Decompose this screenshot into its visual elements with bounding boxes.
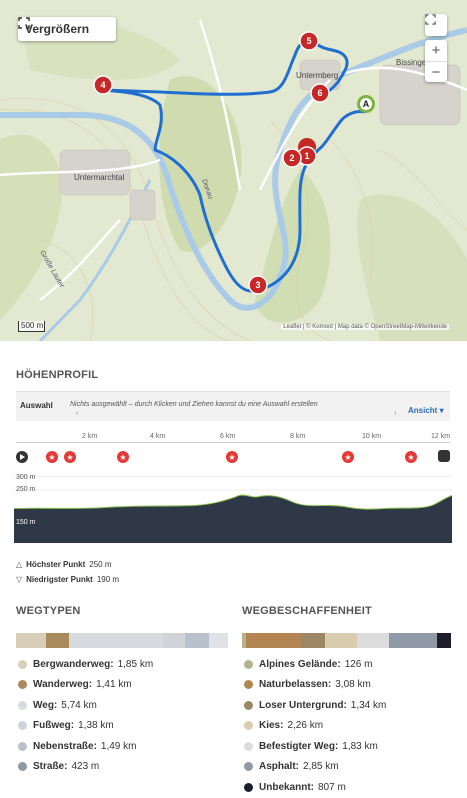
bar-segment (163, 633, 185, 648)
bar-segment (301, 633, 325, 648)
expand-icon (18, 17, 30, 29)
surfaces-bar (242, 633, 451, 648)
profile-bg-mask (14, 476, 452, 509)
fullscreen-button[interactable] (425, 14, 447, 36)
svg-text:2: 2 (289, 153, 294, 163)
distance-axis (16, 442, 450, 443)
legend-item: Bergwanderweg: 1,85 km (18, 654, 153, 675)
way-types-legend: Bergwanderweg: 1,85 km Wanderweg: 1,41 km … (18, 654, 153, 777)
bar-segment (16, 633, 46, 648)
bar-segment (209, 633, 228, 648)
zoom-control: + − (425, 40, 447, 82)
waypoint-2[interactable]: 2 (282, 148, 302, 168)
legend-item: Alpines Gelände: 126 m (244, 654, 386, 675)
map-canvas[interactable]: Untermarchtal Bissingen Untermberg Donau… (0, 0, 467, 341)
legend-item: Befestigter Weg: 1,83 km (244, 736, 386, 757)
legend-item: Weg: 5,74 km (18, 695, 153, 716)
km-tick: 4 km (150, 433, 166, 440)
lowest-point: ▽ Niedrigster Punkt 190 m (16, 575, 120, 584)
waypoint-5[interactable]: 5 (299, 31, 319, 51)
triangle-up-icon: △ (16, 560, 23, 569)
svg-text:Untermberg: Untermberg (296, 71, 338, 80)
profile-title: HÖHENPROFIL (16, 369, 99, 381)
km-tick: 6 km (220, 433, 236, 440)
start-marker[interactable]: A (357, 95, 375, 113)
way-types-title: WEGTYPEN (16, 605, 81, 617)
selection-label: Auswahl (20, 401, 53, 410)
map-scale: 500 m (18, 321, 45, 332)
highest-point: △ Höchster Punkt 250 m (16, 560, 112, 569)
km-tick: 10 km (362, 433, 382, 440)
selection-hint: Nichts ausgewählt – durch Klicken und Zi… (70, 401, 318, 408)
bar-segment (389, 633, 437, 648)
legend-item: Asphalt: 2,85 km (244, 757, 386, 778)
legend-item: Straße: 423 m (18, 757, 153, 778)
waypoint-3[interactable]: 3 (248, 275, 268, 295)
chevron-left-icon[interactable]: ‹ (76, 410, 78, 417)
zoom-out-button[interactable]: − (425, 61, 447, 82)
enlarge-map-button[interactable]: Vergrößern (18, 17, 116, 41)
svg-text:1: 1 (304, 151, 309, 161)
svg-text:A: A (363, 99, 370, 109)
surfaces-legend: Alpines Gelände: 126 m Naturbelassen: 3,08… (244, 654, 386, 798)
map-attribution[interactable]: Leaflet | © Komoot | Map data © OpenStre… (281, 324, 449, 330)
selection-bar[interactable]: Auswahl Nichts ausgewählt – durch Klicke… (16, 391, 450, 421)
view-dropdown[interactable]: Ansicht ▾ (408, 406, 444, 415)
legend-item: Naturbelassen: 3,08 km (244, 675, 386, 696)
bar-segment (69, 633, 163, 648)
chevron-right-icon[interactable]: › (394, 410, 396, 417)
surfaces-title: WEGBESCHAFFENHEIT (242, 605, 372, 617)
waypoint-4[interactable]: 4 (93, 75, 113, 95)
legend-item: Nebenstraße: 1,49 km (18, 736, 153, 757)
way-types-bar (16, 633, 228, 648)
svg-text:6: 6 (317, 88, 322, 98)
fullscreen-icon (425, 14, 436, 25)
legend-item: Unbekannt: 807 m (244, 777, 386, 798)
legend-item: Loser Untergrund: 1,34 km (244, 695, 386, 716)
elev-tick: 300 m (16, 474, 36, 481)
km-tick: 2 km (82, 433, 98, 440)
elev-tick: 250 m (16, 486, 36, 493)
bar-segment (46, 633, 69, 648)
zoom-in-button[interactable]: + (425, 40, 447, 61)
waypoint-6[interactable]: 6 (310, 83, 330, 103)
km-tick: 8 km (290, 433, 306, 440)
triangle-down-icon: ▽ (16, 575, 23, 584)
svg-text:3: 3 (255, 280, 260, 290)
bar-segment (357, 633, 389, 648)
bar-segment (437, 633, 451, 648)
svg-text:5: 5 (306, 36, 311, 46)
bar-segment (185, 633, 209, 648)
legend-item: Fußweg: 1,38 km (18, 716, 153, 737)
km-tick: 12 km (431, 433, 451, 440)
enlarge-label: Vergrößern (25, 22, 90, 36)
bar-segment (246, 633, 301, 648)
route-map[interactable]: Untermarchtal Bissingen Untermberg Donau… (0, 0, 467, 341)
legend-item: Wanderweg: 1,41 km (18, 675, 153, 696)
bar-segment (325, 633, 357, 648)
place-label: Untermarchtal (74, 173, 124, 182)
legend-item: Kies: 2,26 km (244, 716, 386, 737)
elev-tick: 200 m (16, 503, 36, 510)
elev-tick: 150 m (16, 519, 36, 526)
svg-text:4: 4 (100, 80, 105, 90)
